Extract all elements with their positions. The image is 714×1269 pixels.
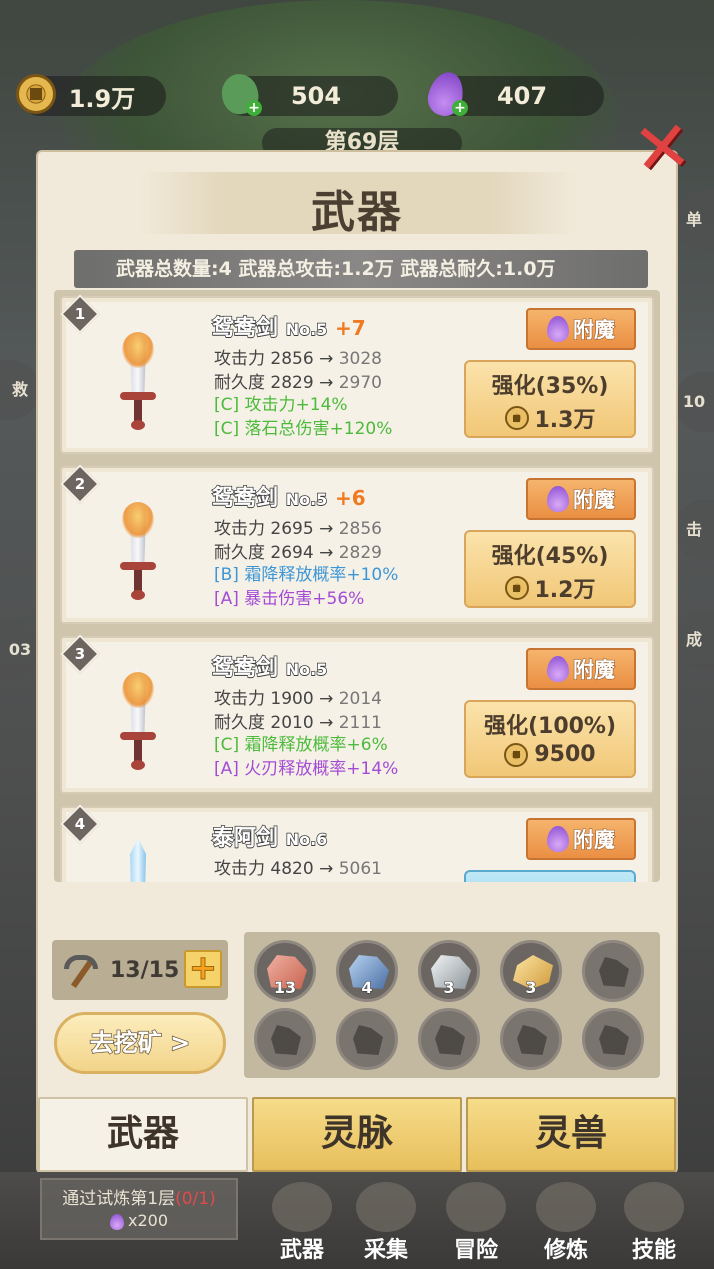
enchant-button[interactable]: 附魔 (526, 308, 636, 350)
weapon-index-badge: 1 (60, 294, 100, 334)
affix-1: [C] 攻击力+14% (214, 395, 348, 415)
copper-coin-icon (12, 70, 60, 118)
pickaxe-icon (62, 951, 100, 989)
empty-ore-slot (418, 1008, 480, 1070)
affix-2: [C] 落石总伤害+120% (214, 419, 393, 439)
upgrade-button[interactable]: 强化(35%) 1.3万 (464, 360, 636, 438)
weapon-panel: 武器 武器总数量:4 武器总攻击:1.2万 武器总耐久:1.0万 1 鸳鸯剑 N… (38, 152, 676, 1172)
nav-adventure[interactable]: 冒险 (436, 1182, 516, 1264)
enchant-button[interactable]: 附魔 (526, 818, 636, 860)
purple-flame-icon: + (422, 68, 470, 120)
panel-tabs: 武器 灵脉 灵兽 (38, 1097, 676, 1172)
gold-ore-slot[interactable]: 3 (500, 940, 562, 1002)
coin-resource: 1.9万 (16, 74, 166, 116)
weapon-index-badge: 4 (60, 804, 100, 844)
upgrade-label: 强化(100%) (483, 714, 617, 739)
skill-book-icon (624, 1182, 684, 1232)
empty-ore-slot (582, 940, 644, 1002)
upgrade-button[interactable]: 强化(45%) 1.2万 (464, 530, 636, 608)
attack-row: 攻击力 4820 → 5061 (214, 859, 382, 879)
coin-value: 1.9万 (68, 84, 136, 113)
quest-box[interactable]: 通过试炼第1层(0/1) x200 (40, 1178, 238, 1240)
pickaxe-counter: 13/15 + (52, 940, 228, 1000)
affix-2: [A] 火刃释放概率+14% (214, 759, 399, 779)
attack-row: 攻击力 2695 → 2856 (214, 519, 382, 539)
upgrade-cost: 1.2万 (534, 578, 596, 603)
flame-sword-icon (116, 668, 160, 770)
weapon-index-badge: 2 (60, 464, 100, 504)
green-gem-icon: + (216, 70, 264, 118)
empty-ore-slot (500, 1008, 562, 1070)
purple-flame-icon (547, 316, 569, 342)
weapon-name: 鸳鸯剑 No.5 +6 (211, 485, 366, 512)
pickaxe-count: 13/15 (110, 957, 180, 983)
close-icon[interactable]: ✕ (625, 104, 702, 192)
nav-gather[interactable]: 采集 (346, 1182, 426, 1264)
add-pickaxe-button[interactable]: + (184, 950, 222, 988)
attack-row: 攻击力 2856 → 3028 (214, 349, 382, 369)
weapon-stats-summary: 武器总数量:4 武器总攻击:1.2万 武器总耐久:1.0万 (74, 250, 648, 288)
flame-sword-icon (116, 498, 160, 600)
panel-title: 武器 (311, 187, 403, 238)
flame-sword-icon (116, 328, 160, 430)
red-ore-slot[interactable]: 13 (254, 940, 316, 1002)
flame-resource[interactable]: + 407 (424, 68, 604, 120)
upgrade-label: 强化(45%) (491, 544, 609, 569)
gem-value: 504 (290, 82, 342, 110)
quest-text: 通过试炼第1层(0/1) (62, 1189, 216, 1209)
silver-ore-slot[interactable]: 3 (418, 940, 480, 1002)
weapon-card[interactable]: 4 泰阿剑 No.6 攻击力 4820 → 5061 附魔 (60, 804, 654, 882)
enchant-button[interactable]: 附魔 (526, 478, 636, 520)
weapon-list[interactable]: 1 鸳鸯剑 No.5 +7 攻击力 2856 → 3028 耐久度 2829 →… (54, 290, 660, 882)
copper-coin-icon (504, 576, 529, 600)
weapon-name: 泰阿剑 No.6 (211, 825, 328, 852)
purple-flame-icon (109, 1213, 124, 1230)
cultivate-icon (536, 1182, 596, 1232)
flame-value: 407 (496, 82, 548, 110)
adventure-icon (446, 1182, 506, 1232)
affix-2: [A] 暴击伤害+56% (214, 589, 365, 609)
enchant-button[interactable]: 附魔 (526, 648, 636, 690)
weapon-index-badge: 3 (60, 634, 100, 674)
empty-ore-slot (336, 1008, 398, 1070)
tab-spirit-beast[interactable]: 灵兽 (466, 1097, 676, 1172)
upgrade-label: 强化(35%) (491, 374, 609, 399)
empty-ore-slot (582, 1008, 644, 1070)
gather-icon (356, 1182, 416, 1232)
nav-cultivate[interactable]: 修炼 (526, 1182, 606, 1264)
go-mining-button[interactable]: 去挖矿 > (54, 1012, 226, 1074)
attack-row: 攻击力 1900 → 2014 (214, 689, 382, 709)
upgrade-cost: 9500 (534, 742, 596, 767)
purple-flame-icon (547, 826, 569, 852)
weapon-card[interactable]: 1 鸳鸯剑 No.5 +7 攻击力 2856 → 3028 耐久度 2829 →… (60, 294, 654, 454)
weapon-name: 鸳鸯剑 No.5 +7 (211, 315, 366, 342)
ore-inventory: 13 4 3 3 (244, 932, 660, 1078)
weapon-card[interactable]: 3 鸳鸯剑 No.5 攻击力 1900 → 2014 耐久度 2010 → 21… (60, 634, 654, 794)
copper-coin-icon (504, 742, 529, 767)
upgrade-cost: 1.3万 (534, 408, 596, 433)
blue-ore-slot[interactable]: 4 (336, 940, 398, 1002)
copper-coin-icon (504, 406, 529, 430)
gem-resource[interactable]: + 504 (218, 70, 398, 118)
nav-weapons[interactable]: 武器 (262, 1182, 342, 1264)
nav-skills[interactable]: 技能 (614, 1182, 694, 1264)
weapon-name: 鸳鸯剑 No.5 (211, 655, 328, 682)
empty-ore-slot (254, 1008, 316, 1070)
purple-flame-icon (547, 656, 569, 682)
weapon-card[interactable]: 2 鸳鸯剑 No.5 +6 攻击力 2695 → 2856 耐久度 2694 →… (60, 464, 654, 624)
tab-weapons[interactable]: 武器 (38, 1097, 248, 1172)
tab-spirit-vein[interactable]: 灵脉 (252, 1097, 462, 1172)
affix-1: [C] 霜降释放概率+6% (214, 735, 388, 755)
ice-sword-icon (116, 838, 160, 882)
affix-1: [B] 霜降释放概率+10% (214, 565, 399, 585)
purple-flame-icon (547, 486, 569, 512)
upgrade-button[interactable] (464, 870, 636, 882)
upgrade-button[interactable]: 强化(100%) 9500 (464, 700, 636, 778)
quest-reward: x200 (48, 1211, 230, 1230)
sword-icon (272, 1182, 332, 1232)
